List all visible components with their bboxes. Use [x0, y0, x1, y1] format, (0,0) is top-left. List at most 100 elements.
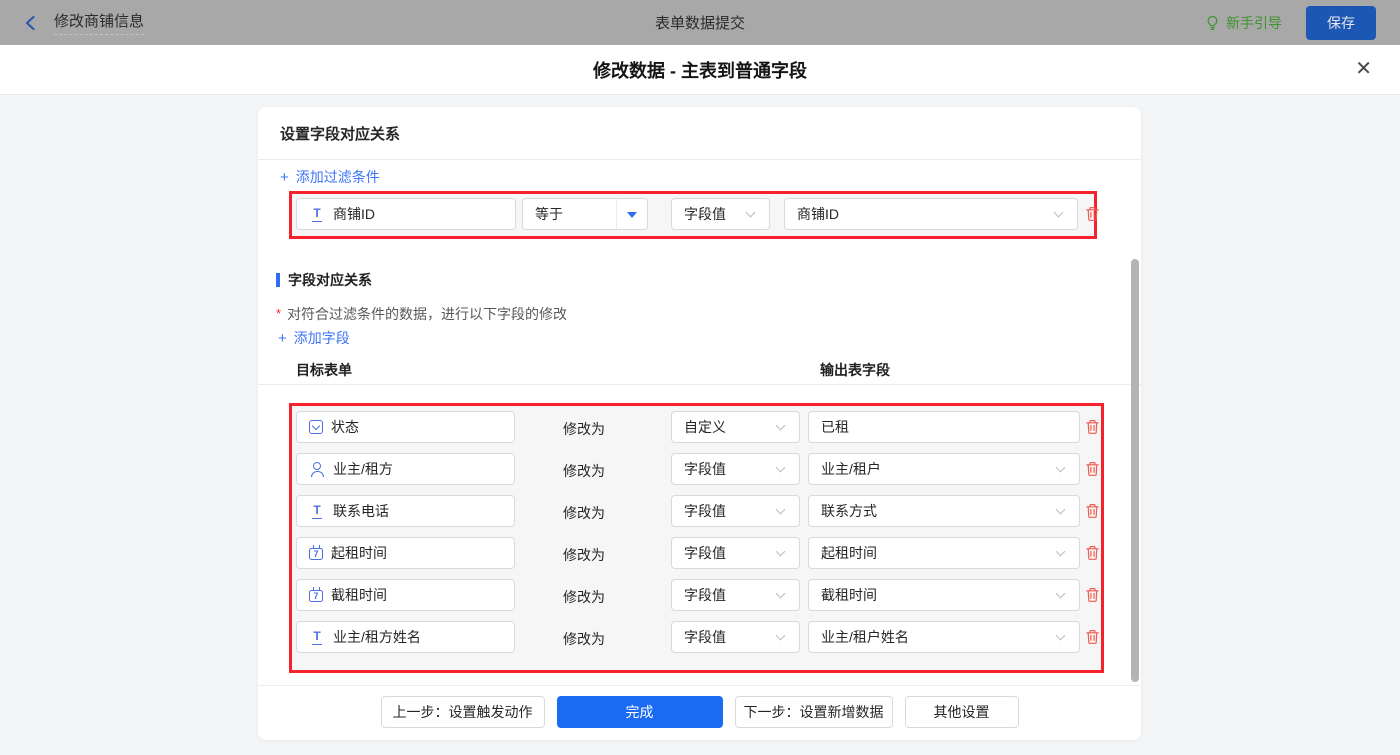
workflow-title[interactable]: 修改商铺信息: [54, 10, 145, 35]
delete-row-button[interactable]: [1085, 503, 1100, 519]
modify-to-label: 修改为: [563, 463, 605, 479]
modify-method-select[interactable]: 字段值: [671, 579, 800, 611]
chevron-down-icon: [776, 422, 787, 432]
next-step-button[interactable]: 下一步：设置新增数据: [734, 696, 893, 728]
delete-row-button[interactable]: [1085, 629, 1100, 645]
target-field-input[interactable]: 业主/租方: [296, 453, 515, 485]
modify-method-select[interactable]: 字段值: [671, 621, 800, 653]
field-mapping-row: 起租时间 修改为 字段值 起租时间: [292, 537, 1101, 569]
modify-method-label: 字段值: [684, 629, 726, 645]
mapping-section-title-label: 字段对应关系: [288, 272, 372, 288]
target-field-input[interactable]: 起租时间: [296, 537, 515, 569]
delete-row-button[interactable]: [1085, 419, 1100, 435]
chevron-down-icon: [776, 464, 787, 474]
chevron-down-icon: [1056, 632, 1067, 642]
filter-condition-highlight: 商铺ID 等于 字段值 商铺ID: [289, 191, 1100, 239]
section-accent-bar: [276, 273, 280, 287]
add-field-label: 添加字段: [293, 330, 350, 346]
chevron-down-icon: [1056, 464, 1067, 474]
chevron-left-icon: [25, 15, 35, 30]
modify-method-select[interactable]: 字段值: [671, 537, 800, 569]
output-field-label: 业主/租户姓名: [821, 629, 909, 645]
output-field-select[interactable]: 业主/租户: [808, 453, 1080, 485]
output-field-label: 联系方式: [821, 503, 877, 519]
output-field-select[interactable]: 联系方式: [808, 495, 1080, 527]
filter-operator-select[interactable]: 等于: [522, 198, 648, 230]
target-field-label: 截租时间: [331, 587, 387, 603]
filter-value-type-label: 字段值: [684, 206, 726, 222]
required-asterisk: *: [276, 306, 282, 321]
prev-step-button[interactable]: 上一步：设置触发动作: [380, 696, 545, 728]
delete-row-button[interactable]: [1085, 461, 1100, 477]
add-field-link[interactable]: + 添加字段: [278, 328, 350, 348]
modify-method-label: 字段值: [684, 461, 726, 477]
filter-value-field-select[interactable]: 商铺ID: [784, 198, 1078, 230]
target-field-input[interactable]: 联系电话: [296, 495, 515, 527]
add-filter-label: 添加过滤条件: [295, 169, 380, 185]
filter-operator-label: 等于: [535, 206, 563, 222]
person-field-icon: [309, 462, 325, 477]
chevron-down-icon: [1054, 209, 1065, 219]
panel-footer: 上一步：设置触发动作 完成 下一步：设置新增数据 其他设置: [258, 696, 1141, 728]
field-mapping-row: 状态 修改为 自定义 已租: [292, 411, 1101, 443]
delete-row-button[interactable]: [1085, 587, 1100, 603]
modify-method-select[interactable]: 自定义: [671, 411, 800, 443]
target-field-label: 起租时间: [331, 545, 387, 561]
plus-icon: +: [280, 168, 289, 186]
lightbulb-icon: [1207, 15, 1218, 30]
trash-icon: [1086, 420, 1099, 434]
modify-to-label: 修改为: [563, 547, 605, 563]
output-field-select[interactable]: 截租时间: [808, 579, 1080, 611]
filter-field-label: 商铺ID: [333, 206, 375, 222]
select-field-icon: [309, 420, 323, 434]
chevron-down-icon: [1056, 590, 1067, 600]
trigger-node-title: 表单数据提交: [654, 15, 745, 32]
chevron-down-icon: [776, 548, 787, 558]
output-field-select[interactable]: 业主/租户姓名: [808, 621, 1080, 653]
trash-icon: [1086, 630, 1099, 644]
output-field-select[interactable]: 已租: [808, 411, 1080, 443]
target-field-label: 业主/租方: [333, 461, 393, 477]
text-field-icon: [309, 630, 325, 645]
trash-icon: [1086, 462, 1099, 476]
filter-value-type-select[interactable]: 字段值: [671, 198, 770, 230]
beginner-guide-button[interactable]: 新手引导: [1205, 13, 1282, 33]
done-button[interactable]: 完成: [556, 696, 723, 728]
filter-field-input[interactable]: 商铺ID: [296, 198, 516, 230]
chevron-down-icon: [1056, 548, 1067, 558]
target-field-label: 联系电话: [333, 503, 389, 519]
delete-row-button[interactable]: [1085, 545, 1100, 561]
target-field-input[interactable]: 业主/租方姓名: [296, 621, 515, 653]
output-field-select[interactable]: 起租时间: [808, 537, 1080, 569]
modify-method-select[interactable]: 字段值: [671, 495, 800, 527]
date-field-icon: [309, 545, 323, 560]
filter-value-field-label: 商铺ID: [797, 206, 839, 222]
target-field-input[interactable]: 截租时间: [296, 579, 515, 611]
plus-icon: +: [278, 329, 287, 347]
target-field-input[interactable]: 状态: [296, 411, 515, 443]
modify-to-label: 修改为: [563, 505, 605, 521]
add-filter-condition-link[interactable]: + 添加过滤条件: [280, 167, 380, 187]
chevron-down-icon: [776, 506, 787, 516]
chevron-down-icon: [776, 632, 787, 642]
delete-filter-button[interactable]: [1085, 206, 1100, 222]
save-button[interactable]: 保存: [1306, 5, 1376, 40]
column-header-target-form: 目标表单: [296, 362, 352, 378]
divider: [258, 685, 1141, 686]
mapping-description-text: 对符合过滤条件的数据，进行以下字段的修改: [287, 306, 568, 322]
text-field-icon: [309, 504, 325, 519]
modify-method-label: 自定义: [684, 419, 726, 435]
other-settings-button[interactable]: 其他设置: [904, 696, 1019, 728]
modify-method-select[interactable]: 字段值: [671, 453, 800, 485]
back-button[interactable]: [24, 15, 36, 31]
text-field-icon: [309, 207, 325, 222]
beginner-guide-label: 新手引导: [1226, 14, 1282, 31]
modal-header: 修改数据 - 主表到普通字段 ✕: [0, 45, 1400, 95]
trash-icon: [1086, 504, 1099, 518]
scrollbar-thumb[interactable]: [1131, 259, 1139, 682]
target-field-label: 业主/租方姓名: [333, 629, 421, 645]
field-mapping-highlight: 状态 修改为 自定义 已租 业主/租方 修改为 字段值 业主/租户 T 联系电话…: [289, 403, 1104, 673]
modify-to-label: 修改为: [563, 421, 605, 437]
close-icon[interactable]: ✕: [1353, 57, 1374, 81]
trash-icon: [1086, 588, 1099, 602]
